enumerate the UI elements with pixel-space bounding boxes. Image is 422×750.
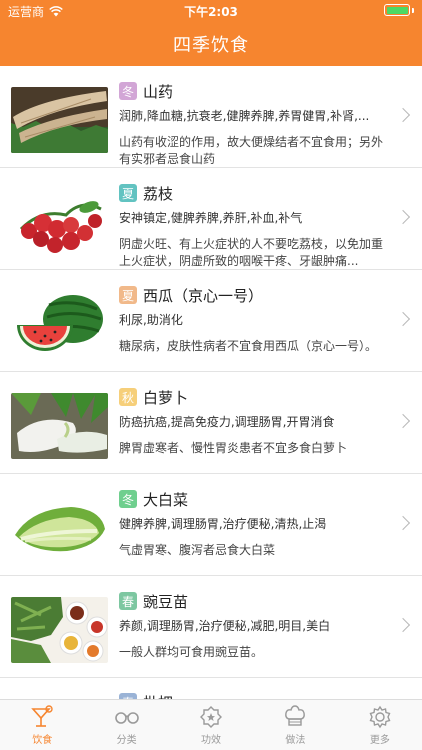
- status-bar: 运营商 下午2:03: [0, 0, 422, 22]
- list-item[interactable]: 冬 山药 润肺,降血糖,抗衰老,健脾养脾,养胃健胃,补肾,... 山药有收涩的作…: [0, 66, 422, 168]
- item-title-line: 冬 大白菜: [119, 488, 392, 510]
- app-header: 运营商 下午2:03 四季饮食: [0, 0, 422, 66]
- item-content: 冬 山药 润肺,降血糖,抗衰老,健脾养脾,养胃健胃,补肾,... 山药有收涩的作…: [119, 80, 392, 168]
- battery-icon: [384, 4, 414, 16]
- list-item[interactable]: 夏 西瓜（京心一号） 利尿,助消化 糖尿病，皮肤性病者不宜食用西瓜（京心一号）。: [0, 270, 422, 372]
- glasses-icon: [114, 711, 139, 724]
- cabbage-image: [11, 495, 108, 561]
- tab-bar: 饮食 分类 功效 做法 更多: [0, 699, 422, 750]
- item-effects: 利尿,助消化: [119, 313, 183, 327]
- item-content: 秋 白萝卜 防癌抗癌,提高免疫力,调理肠胃,开胃消食 脾胃虚寒者、慢性胃炎患者不…: [119, 386, 392, 474]
- item-caution: 一般人群均可食用豌豆苗。: [119, 645, 264, 659]
- item-caution: 脾胃虚寒者、慢性胃炎患者不宜多食白萝卜: [119, 441, 348, 455]
- tab-more[interactable]: 更多: [338, 700, 422, 750]
- item-name: 枇杷: [143, 692, 173, 700]
- item-content: 夏 荔枝 安神镇定,健脾养脾,养肝,补血,补气 阴虚火旺、有上火症状的人不要吃荔…: [119, 182, 392, 270]
- item-caution: 气虚胃寒、腹泻者忌食大白菜: [119, 543, 276, 557]
- star-badge-icon: [200, 705, 223, 728]
- item-content: 冬 大白菜 健脾养脾,调理肠胃,治疗便秘,清热,止渴 气虚胃寒、腹泻者忌食大白菜: [119, 488, 392, 576]
- chevron-right-icon: [395, 617, 411, 633]
- item-caution: 糖尿病，皮肤性病者不宜食用西瓜（京心一号）。: [119, 339, 378, 353]
- lychee-image: [11, 189, 108, 255]
- yam-image: [11, 87, 108, 153]
- list-item[interactable]: 春 枇杷: [0, 678, 422, 699]
- item-caution: 阴虚火旺、有上火症状的人不要吃荔枝，以免加重上火症状，阴虚所致的咽喉干疼、牙龈肿…: [119, 237, 384, 268]
- chef-hat-icon: [285, 704, 306, 726]
- item-title-line: 春 枇杷: [119, 691, 392, 699]
- item-content: 夏 西瓜（京心一号） 利尿,助消化 糖尿病，皮肤性病者不宜食用西瓜（京心一号）。: [119, 284, 392, 372]
- cocktail-icon: [31, 704, 53, 727]
- chevron-right-icon: [395, 311, 411, 327]
- item-name: 大白菜: [143, 490, 189, 509]
- list-item[interactable]: 秋 白萝卜 防癌抗癌,提高免疫力,调理肠胃,开胃消食 脾胃虚寒者、慢性胃炎患者不…: [0, 372, 422, 474]
- list-item[interactable]: 春 豌豆苗 养颜,调理肠胃,治疗便秘,减肥,明目,美白 一般人群均可食用豌豆苗。: [0, 576, 422, 678]
- tab-label: 功效: [201, 734, 222, 746]
- food-list[interactable]: 冬 山药 润肺,降血糖,抗衰老,健脾养脾,养胃健胃,补肾,... 山药有收涩的作…: [0, 66, 422, 699]
- item-name: 荔枝: [143, 184, 174, 203]
- status-time: 下午2:03: [184, 5, 238, 19]
- chevron-right-icon: [395, 413, 411, 429]
- list-item[interactable]: 冬 大白菜 健脾养脾,调理肠胃,治疗便秘,清热,止渴 气虚胃寒、腹泻者忌食大白菜: [0, 474, 422, 576]
- item-name: 山药: [143, 82, 174, 101]
- item-title-line: 冬 山药: [119, 80, 392, 102]
- season-badge: 冬: [119, 490, 137, 508]
- item-title-line: 秋 白萝卜: [119, 386, 392, 408]
- gear-icon: [369, 705, 391, 728]
- item-content: 春 枇杷: [119, 691, 392, 699]
- item-name: 豌豆苗: [143, 592, 189, 611]
- item-title-line: 春 豌豆苗: [119, 590, 392, 612]
- chevron-right-icon: [395, 209, 411, 225]
- radish-image: [11, 393, 108, 459]
- tab-label: 饮食: [32, 734, 53, 746]
- tab-diet[interactable]: 饮食: [0, 700, 84, 750]
- tab-category[interactable]: 分类: [84, 700, 168, 750]
- item-name: 西瓜（京心一号）: [143, 286, 264, 305]
- item-effects: 养颜,调理肠胃,治疗便秘,减肥,明目,美白: [119, 619, 331, 633]
- tab-label: 更多: [369, 734, 390, 746]
- tab-label: 分类: [116, 734, 137, 746]
- chevron-right-icon: [395, 515, 411, 531]
- item-caution: 山药有收涩的作用，故大便燥结者不宜食用；另外有实邪者忌食山药: [119, 135, 384, 166]
- season-badge: 夏: [119, 184, 137, 202]
- page-title: 四季饮食: [173, 35, 249, 56]
- season-badge: 夏: [119, 286, 137, 304]
- item-content: 春 豌豆苗 养颜,调理肠胃,治疗便秘,减肥,明目,美白 一般人群均可食用豌豆苗。: [119, 590, 392, 678]
- item-effects: 健脾养脾,调理肠胃,治疗便秘,清热,止渴: [119, 517, 327, 531]
- tab-efficacy[interactable]: 功效: [169, 700, 253, 750]
- item-effects: 防癌抗癌,提高免疫力,调理肠胃,开胃消食: [119, 415, 335, 429]
- pea-sprout-image: [11, 597, 108, 663]
- item-title-line: 夏 荔枝: [119, 182, 392, 204]
- list-item[interactable]: 夏 荔枝 安神镇定,健脾养脾,养肝,补血,补气 阴虚火旺、有上火症状的人不要吃荔…: [0, 168, 422, 270]
- season-badge: 春: [119, 592, 137, 610]
- season-badge: 秋: [119, 388, 137, 406]
- item-effects: 润肺,降血糖,抗衰老,健脾养脾,养胃健胃,补肾,...: [119, 109, 370, 123]
- tab-label: 做法: [285, 734, 306, 746]
- chevron-right-icon: [395, 107, 411, 123]
- tab-recipe[interactable]: 做法: [253, 700, 337, 750]
- item-title-line: 夏 西瓜（京心一号）: [119, 284, 392, 306]
- item-effects: 安神镇定,健脾养脾,养肝,补血,补气: [119, 211, 303, 225]
- watermelon-image: [11, 291, 108, 357]
- item-name: 白萝卜: [143, 388, 189, 407]
- season-badge: 冬: [119, 82, 137, 100]
